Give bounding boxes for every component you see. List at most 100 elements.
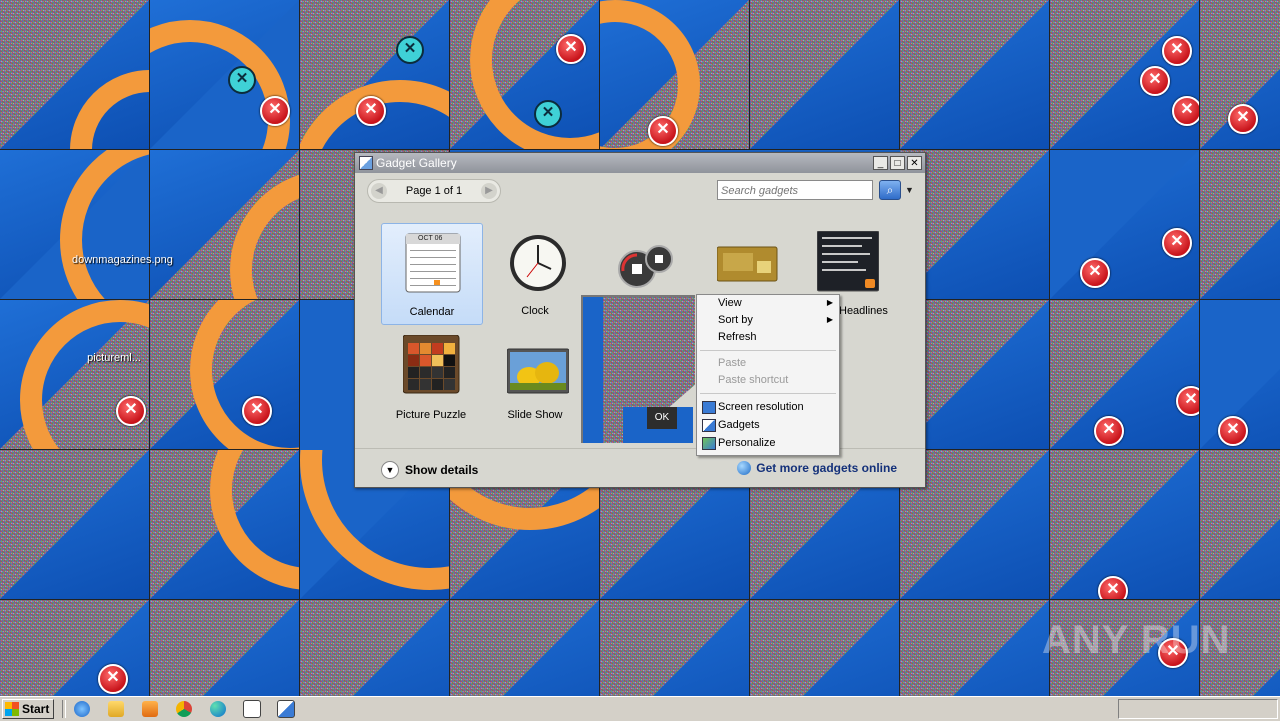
desktop-tile: ✕ — [600, 0, 750, 150]
desktop-tile — [1200, 150, 1280, 300]
desktop-context-menu: View ▶ Sort by ▶ Refresh Paste Paste sho… — [696, 294, 840, 456]
windows-logo-icon — [5, 702, 19, 716]
chrome-icon[interactable] — [172, 699, 196, 719]
desktop-icon-pictureml[interactable]: pictureml... — [74, 352, 154, 364]
chevron-down-icon: ▼ — [381, 461, 399, 479]
gadget-label: Picture Puzzle — [395, 409, 467, 421]
gallery-toolbar: ◀ Page 1 of 1 ▶ ⌕ ▼ — [367, 179, 914, 203]
desktop-tile — [0, 150, 150, 300]
desktop-icon-label: pictureml... — [87, 352, 141, 364]
menu-item-label: Sort by — [718, 314, 753, 326]
desktop-tile: ✕ ✕ ✕ — [1050, 0, 1200, 150]
desktop-tile: ✕ — [1050, 450, 1200, 600]
pager: ◀ Page 1 of 1 ▶ — [367, 179, 501, 203]
cpu-meter-thumbnail — [613, 231, 673, 293]
corrupted-overlay: OK — [581, 295, 695, 443]
desktop-tile: ✕ — [0, 600, 150, 696]
gadget-clock[interactable]: Clock — [485, 223, 585, 323]
picture-puzzle-thumbnail — [402, 334, 461, 397]
gadget-calendar[interactable]: OCT 06 Calendar — [381, 223, 483, 325]
calendar-app-icon[interactable] — [240, 699, 264, 719]
calendar-thumbnail: OCT 06 — [404, 232, 462, 294]
desktop-tile — [750, 600, 900, 696]
desktop-tile — [600, 600, 750, 696]
submenu-arrow-icon: ▶ — [826, 298, 833, 307]
desktop-tile — [450, 600, 600, 696]
internet-explorer-icon[interactable] — [70, 699, 94, 719]
maximize-button[interactable]: □ — [890, 156, 905, 170]
gadget-label: Calendar — [409, 306, 455, 318]
desktop-tile: ✕ — [1200, 0, 1280, 150]
desktop-tile — [150, 150, 300, 300]
personalize-icon — [702, 437, 716, 450]
edge-icon[interactable] — [206, 699, 230, 719]
desktop-icon-downmagazines[interactable]: downmagazines.png — [72, 254, 173, 266]
gadget-label: Clock — [521, 305, 549, 317]
ok-button[interactable]: OK — [647, 407, 677, 429]
desktop-tile — [150, 450, 300, 600]
desktop-tile — [0, 450, 150, 600]
watermark: ANY RUN — [1042, 618, 1231, 662]
clock-thumbnail — [507, 231, 566, 293]
taskbar-separator — [62, 700, 67, 718]
desktop-tile — [300, 600, 450, 696]
get-more-label: Get more gadgets online — [756, 461, 897, 475]
desktop-tile: ✕ ✕ — [300, 0, 450, 150]
program-icon[interactable] — [274, 699, 298, 719]
close-button[interactable]: ✕ — [907, 156, 922, 170]
get-more-gadgets-link[interactable]: Get more gadgets online — [737, 461, 897, 475]
menu-separator — [700, 393, 836, 394]
menu-item-label: Gadgets — [718, 419, 760, 431]
gadget-gallery-window: Gadget Gallery _ □ ✕ ◀ Page 1 of 1 ▶ ⌕ ▼ — [354, 152, 926, 488]
desktop-tile — [150, 600, 300, 696]
desktop-tile: ✕ — [1200, 300, 1280, 450]
show-details-button[interactable]: ▼ Show details — [381, 461, 478, 479]
desktop-tile: ✕ — [0, 300, 150, 450]
calendar-thumb-month: OCT 06 — [418, 235, 443, 242]
desktop-tile: ✕ ✕ — [1050, 150, 1200, 300]
gadgets-icon — [702, 419, 716, 432]
menu-item-paste: Paste — [718, 357, 747, 369]
page-indicator: Page 1 of 1 — [405, 185, 463, 197]
taskbar: Start — [0, 696, 1280, 721]
menu-item-refresh[interactable]: Refresh — [718, 331, 757, 343]
search-icon[interactable]: ⌕ — [879, 180, 901, 200]
desktop-tile — [900, 600, 1050, 696]
globe-icon — [737, 461, 752, 475]
gadget-label: Slide Show — [507, 409, 563, 421]
currency-thumbnail — [716, 231, 778, 293]
file-explorer-icon[interactable] — [104, 699, 128, 719]
desktop-tile — [750, 0, 900, 150]
show-details-label: Show details — [405, 463, 479, 477]
start-button[interactable]: Start — [2, 699, 55, 719]
chevron-down-icon[interactable]: ▼ — [905, 185, 914, 195]
desktop-tile: ✕ ✕ — [450, 0, 600, 150]
minimize-button[interactable]: _ — [873, 156, 888, 170]
menu-item-label: Screen resolution — [718, 401, 804, 413]
gadget-label: Headlines — [839, 305, 888, 317]
menu-separator — [700, 350, 836, 351]
window-titlebar[interactable]: Gadget Gallery _ □ ✕ — [355, 153, 925, 173]
desktop-tile — [900, 0, 1050, 150]
submenu-arrow-icon: ▶ — [826, 315, 833, 324]
menu-item-label: Personalize — [718, 437, 776, 449]
start-label: Start — [22, 702, 50, 716]
gadget-picture-puzzle[interactable]: Picture Puzzle — [381, 327, 481, 427]
gadget-slide-show[interactable]: Slide Show — [485, 327, 585, 427]
desktop-icon-label: downmagazines.png — [72, 254, 173, 266]
menu-item-label: View — [718, 297, 742, 309]
chevron-left-icon[interactable]: ◀ — [371, 183, 387, 199]
desktop-tile: ✕ ✕ — [1050, 300, 1200, 450]
desktop-tile: ✕ ✕ — [150, 0, 300, 150]
window-title: Gadget Gallery — [376, 156, 457, 170]
slide-show-thumbnail — [506, 335, 570, 397]
desktop-tile — [0, 0, 150, 150]
search-input[interactable] — [718, 181, 871, 201]
chevron-right-icon[interactable]: ▶ — [481, 183, 497, 199]
system-tray — [1118, 699, 1278, 719]
menu-item-paste-shortcut: Paste shortcut — [718, 374, 789, 386]
desktop-tile — [1200, 450, 1280, 600]
screen-resolution-icon — [702, 401, 716, 414]
media-player-icon[interactable] — [138, 699, 162, 719]
search-box — [717, 180, 873, 201]
